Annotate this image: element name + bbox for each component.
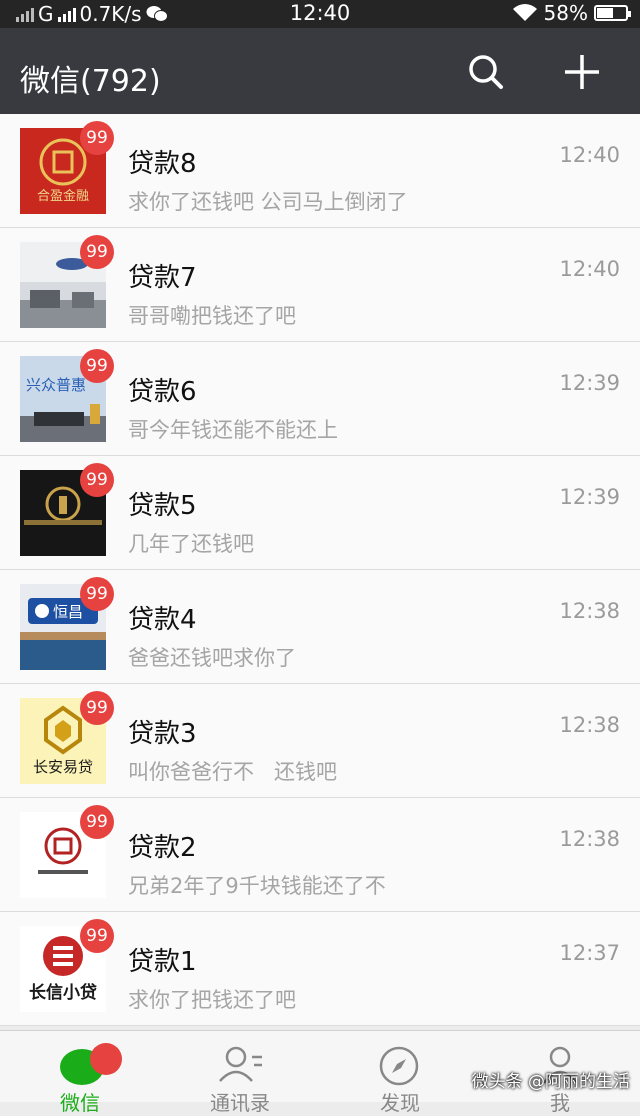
chat-item[interactable]: 长信小贷 99 贷款1 12:37 求你了把钱还了吧 [0,912,640,1026]
avatar-brand-text: 长安易贷 [33,758,93,776]
search-icon [469,55,503,89]
chat-name: 贷款4 [128,605,197,635]
chat-name: 贷款1 [128,947,197,977]
unread-badge: 99 [80,463,114,497]
chat-item[interactable]: 兴众普惠 99 贷款6 12:39 哥今年钱还能不能还上 [0,342,640,456]
chat-time: 12:37 [559,941,620,965]
chat-time: 12:38 [559,599,620,623]
status-right: 58% [512,1,631,25]
avatar-brand-text: 兴众普惠 [26,376,86,394]
chat-time: 12:40 [559,257,620,281]
tab-discover[interactable]: 发现 [320,1031,480,1115]
chat-time: 12:38 [559,713,620,737]
chat-preview: 哥哥嘞把钱还了吧 [128,304,296,328]
tab-bar: 微信 通讯录 发现 我 微头条 @阿丽的生活 [0,1030,640,1115]
chat-time: 12:39 [559,371,620,395]
search-button[interactable] [464,50,508,94]
chat-item[interactable]: 合盈金融 99 贷款8 12:40 求你了还钱吧 公司马上倒闭了 [0,114,640,228]
unread-badge: 99 [80,121,114,155]
unread-badge: 99 [80,235,114,269]
chat-time: 12:38 [559,827,620,851]
chat-list: 合盈金融 99 贷款8 12:40 求你了还钱吧 公司马上倒闭了 99 贷款7 … [0,114,640,1026]
chat-time: 12:40 [559,143,620,167]
compass-icon [379,1046,419,1086]
chat-item[interactable]: 99 贷款2 12:38 兄弟2年了9千块钱能还了不 [0,798,640,912]
chat-name: 贷款3 [128,719,197,749]
chat-time: 12:39 [559,485,620,509]
contacts-icon [219,1046,262,1082]
chat-preview: 兄弟2年了9千块钱能还了不 [128,874,386,898]
watermark: 微头条 @阿丽的生活 [471,1072,630,1092]
avatar-brand-text: 长信小贷 [29,982,97,1003]
chat-item[interactable]: 99 贷款5 12:39 几年了还钱吧 [0,456,640,570]
chat-item[interactable]: 恒昌 99 贷款4 12:38 爸爸还钱吧求你了 [0,570,640,684]
battery-icon [594,5,631,21]
tab-label: 发现 [380,1091,420,1115]
chat-name: 贷款2 [128,833,197,863]
chat-preview: 几年了还钱吧 [128,532,254,556]
unread-badge: 99 [80,691,114,725]
avatar-brand-text: 合盈金融 [37,188,89,204]
battery-fill [597,8,613,18]
chat-preview: 求你了把钱还了吧 [128,988,296,1012]
chat-bubbles-icon [60,1043,122,1085]
chat-name: 贷款6 [128,377,197,407]
chat-preview: 叫你爸爸行不 还钱吧 [128,760,338,784]
add-button[interactable] [560,50,604,94]
chat-item[interactable]: 长安易贷 99 贷款3 12:38 叫你爸爸行不 还钱吧 [0,684,640,798]
chat-name: 贷款5 [128,491,197,521]
chat-item[interactable]: 99 贷款7 12:40 哥哥嘞把钱还了吧 [0,228,640,342]
tab-contacts[interactable]: 通讯录 [160,1031,320,1115]
page-title: 微信(792) [20,64,161,99]
avatar-brand-text: 恒昌 [53,603,83,621]
chat-name: 贷款8 [128,149,197,179]
plus-icon [565,55,599,89]
chat-preview: 求你了还钱吧 公司马上倒闭了 [128,190,408,214]
status-bar: G 0.7K/s 12:40 58% [0,0,640,28]
chat-preview: 哥今年钱还能不能还上 [128,418,338,442]
chat-name: 贷款7 [128,263,197,293]
unread-badge: 99 [80,349,114,383]
tab-chats[interactable]: 微信 [0,1031,160,1115]
tab-label: 通讯录 [210,1091,270,1115]
tab-label: 微信 [60,1091,100,1115]
unread-badge: 99 [80,577,114,611]
battery-percent: 58% [543,1,588,25]
wifi-icon [512,4,537,21]
unread-badge: 99 [80,805,114,839]
chat-preview: 爸爸还钱吧求你了 [128,646,296,670]
unread-badge: 99 [80,919,114,953]
app-header: 微信(792) [0,28,640,114]
